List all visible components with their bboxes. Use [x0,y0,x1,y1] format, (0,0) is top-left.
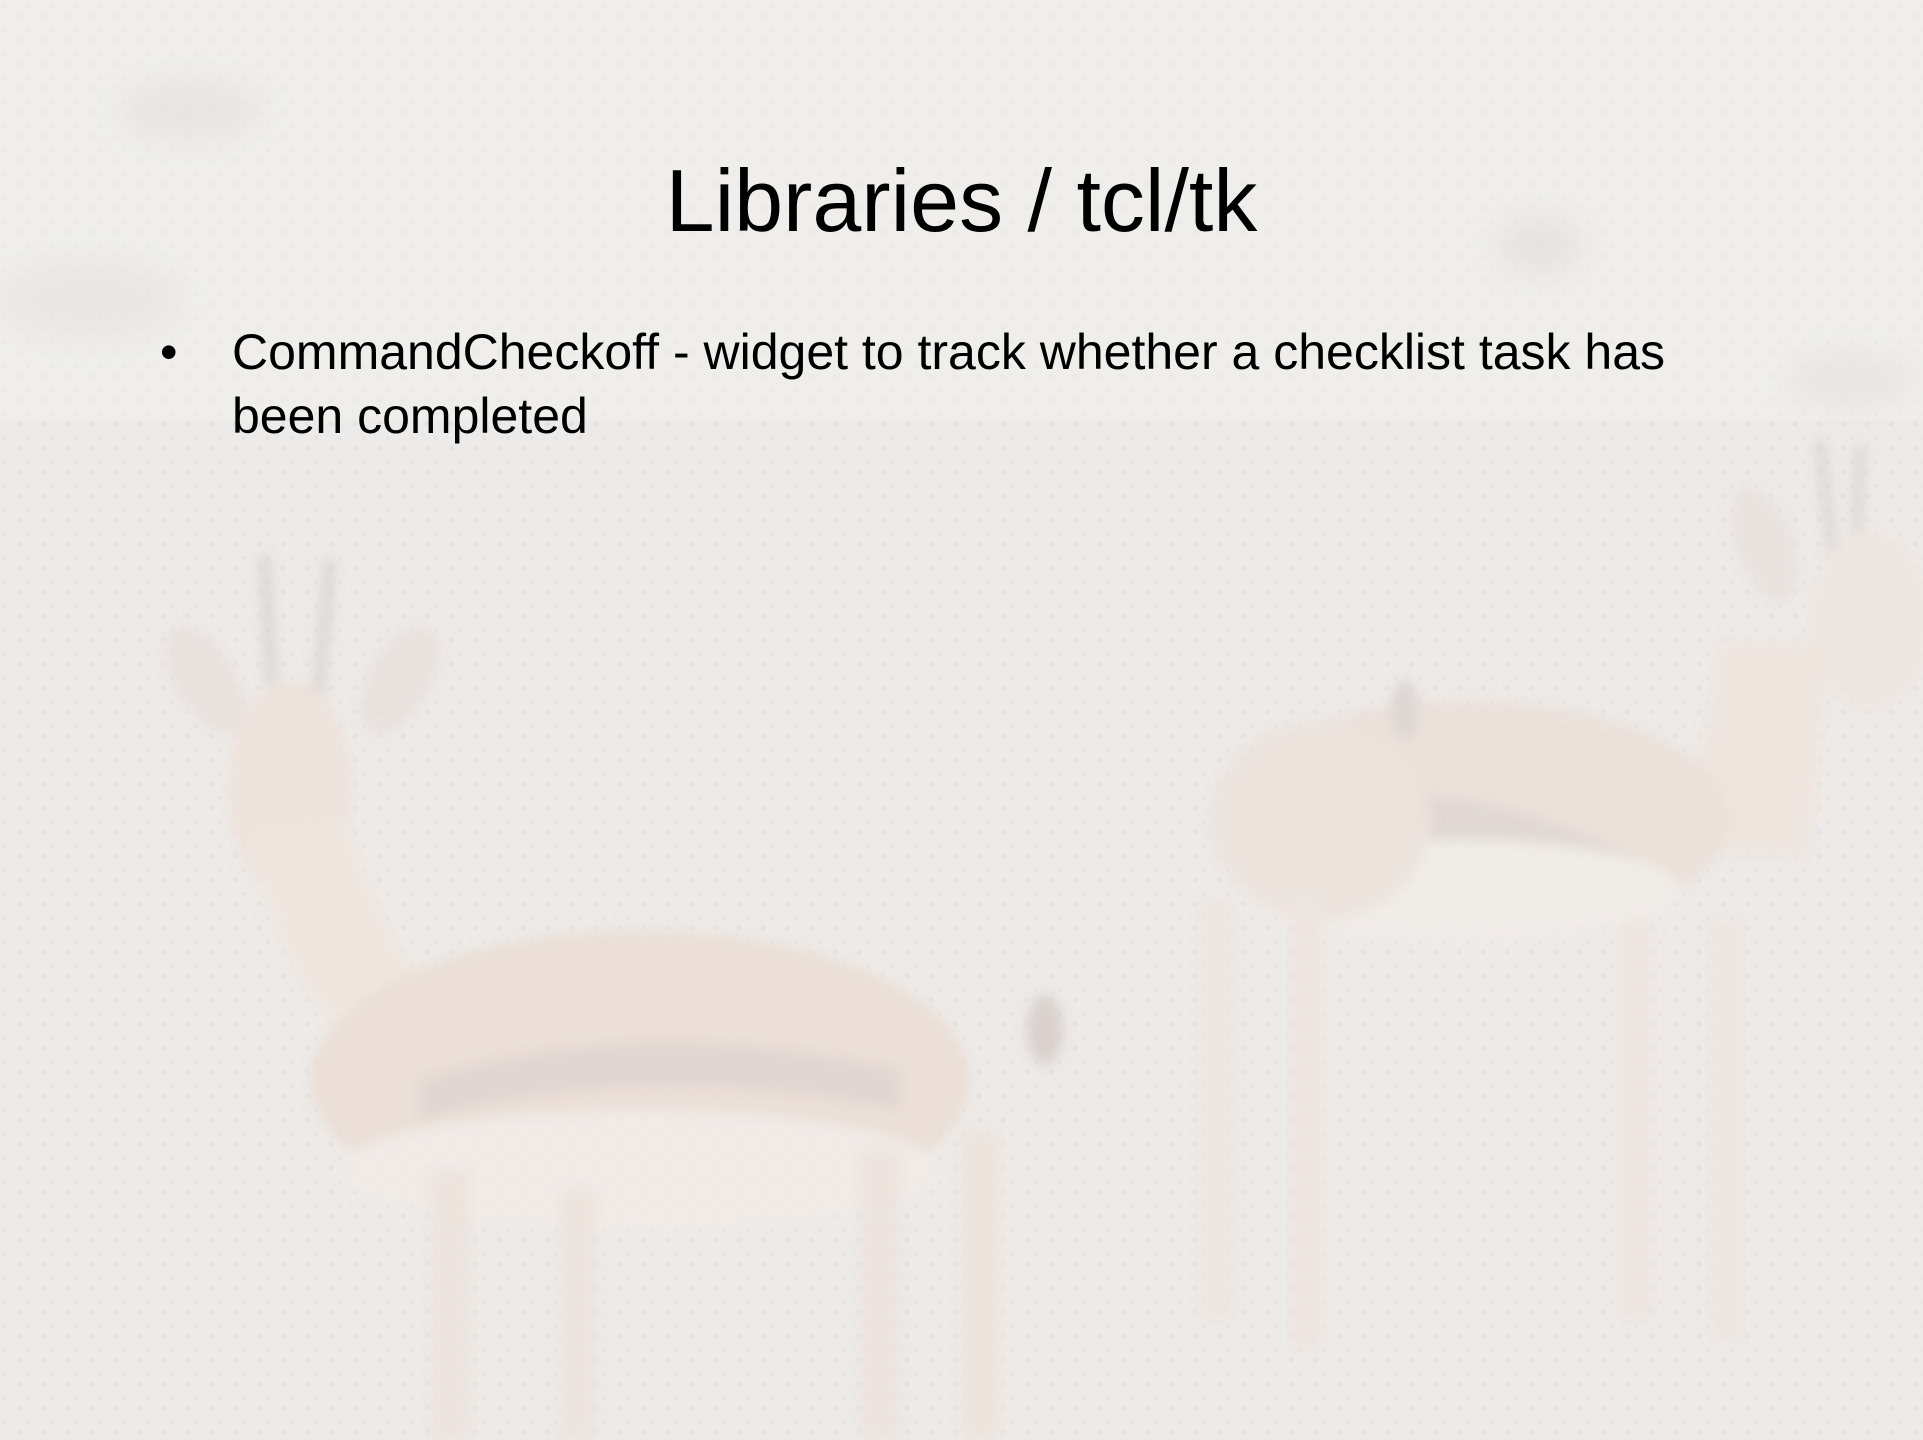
slide-title: Libraries / tcl/tk [665,151,1258,250]
bullet-item: • CommandCheckoff - widget to track whet… [160,320,1720,448]
slide: Libraries / tcl/tk • CommandCheckoff - w… [0,0,1923,1440]
bullet-marker: • [160,324,178,380]
bullet-list: • CommandCheckoff - widget to track whet… [160,320,1720,448]
bullet-text: CommandCheckoff - widget to track whethe… [232,324,1666,444]
